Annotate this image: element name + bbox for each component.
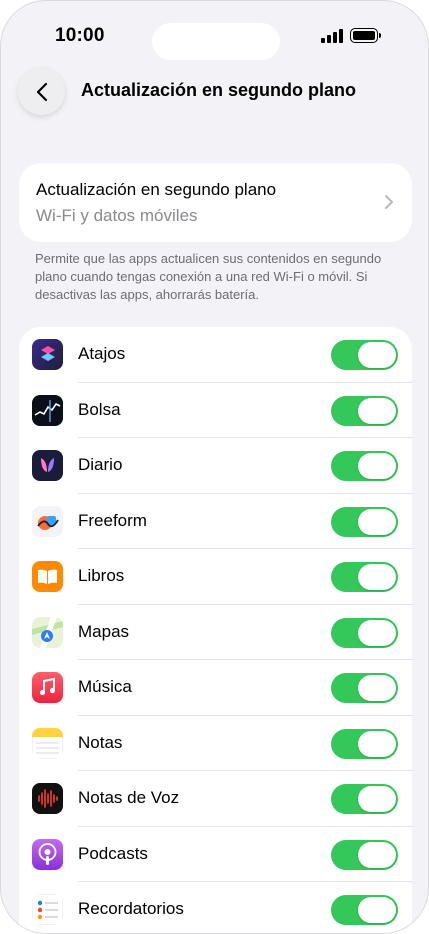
chevron-right-icon [385,195,393,209]
toggle-recordatorios[interactable] [331,895,398,925]
podcasts-icon [32,838,63,870]
stocks-icon [32,394,63,426]
list-item: Recordatorios [19,882,412,933]
background-refresh-setting[interactable]: Actualización en segundo plano Wi-Fi y d… [19,163,412,242]
list-item: Mapas [19,605,412,660]
battery-cap [379,33,381,38]
footnote: Permite que las apps actualicen sus cont… [35,251,382,302]
list-item: Diario [19,438,412,494]
battery-icon [350,28,378,43]
list-item: Notas [19,716,412,771]
books-icon [32,561,63,592]
app-label: Mapas [78,621,130,641]
list-item: Notas de Voz [19,771,412,827]
cellular-signal-icon [321,29,343,43]
toggle-libros[interactable] [331,562,398,592]
toggle-bolsa[interactable] [331,395,398,426]
toggle-notas[interactable] [331,728,398,759]
music-icon [32,672,63,703]
app-label: Notas de Voz [78,788,180,807]
maps-icon [32,616,63,648]
toggle-mapas[interactable] [331,617,398,648]
app-label: Bolsa [78,399,121,419]
toggle-atajos[interactable] [331,340,398,370]
phone-screen: 10:00 Actualización en segundo plano Act… [0,0,429,934]
list-item: Podcasts [19,827,412,882]
list-item: Atajos [19,327,412,383]
setting-title: Actualización en segundo plano [36,180,277,199]
toggle-diario[interactable] [331,451,398,481]
setting-value: Wi-Fi y datos móviles [36,206,198,225]
toggle-musica[interactable] [331,673,398,703]
status-time: 10:00 [55,25,105,46]
notes-icon [32,727,63,759]
freeform-icon [32,505,63,537]
dynamic-island [152,23,280,60]
app-label: Notas [78,732,123,752]
app-label: Diario [78,455,123,474]
journal-icon [32,450,63,481]
app-label: Música [78,677,132,696]
app-label: Libros [78,566,125,585]
list-item: Bolsa [19,383,412,438]
app-label: Recordatorios [78,899,184,918]
reminders-icon [32,894,63,925]
page-title: Actualización en segundo plano [81,80,357,100]
toggle-freeform[interactable] [331,506,398,537]
app-label: Freeform [78,510,147,530]
app-label: Atajos [78,344,126,363]
shortcuts-icon [32,339,63,370]
list-item: Freeform [19,494,412,549]
list-item: Libros [19,549,412,605]
toggle-notas-de-voz[interactable] [331,784,398,814]
app-list: Atajos Bolsa Diario Freeform Libros Mapa… [19,327,412,933]
chevron-left-icon [36,82,47,101]
list-item: Música [19,660,412,716]
voice-memos-icon [32,783,63,814]
app-label: Podcasts [78,843,148,863]
back-button[interactable] [18,68,65,115]
toggle-podcasts[interactable] [331,839,398,870]
